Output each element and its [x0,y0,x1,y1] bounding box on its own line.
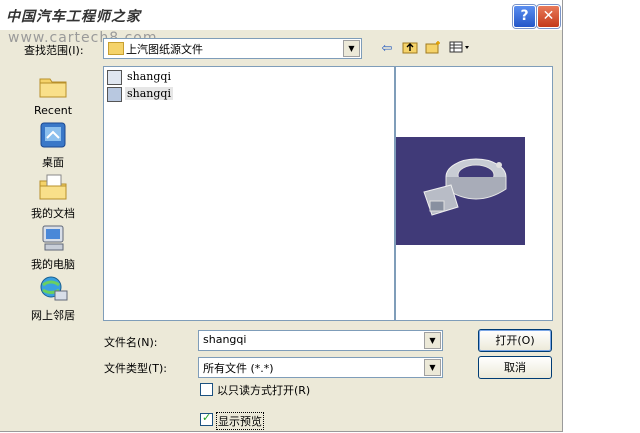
view-menu-icon[interactable] [448,40,472,58]
help-button[interactable]: ? [513,5,536,28]
filename-label: 文件名(N): [104,336,158,349]
window-title: 中国汽车工程师之家 [6,9,141,25]
look-in-combo[interactable]: 上汽图纸源文件 ▼ [103,38,362,59]
filetype-value: 所有文件 (*.*) [203,362,274,375]
place-label-recent: Recent [33,104,73,117]
filetype-label: 文件类型(T): [104,362,168,375]
chevron-down-icon[interactable]: ▼ [343,40,360,57]
file-name: shangqi [127,70,171,83]
back-icon[interactable]: ⇦ [378,40,396,58]
filename-input[interactable]: shangqi ▼ [198,330,443,351]
title-bar: 中国汽车工程师之家 ? ✕ [0,0,562,30]
file-name: shangqi [125,87,173,100]
filename-value: shangqi [203,333,247,346]
part-file-icon [107,87,122,102]
check-icon: ✓ [202,411,212,424]
look-in-label: 查找范围(I): [24,44,84,57]
preview-pane [395,66,553,321]
preview-image [396,137,525,245]
open-file-dialog: 中国汽车工程师之家 ? ✕ www.cartech8.com 查找范围(I): … [0,0,563,432]
place-label-my-documents: 我的文档 [31,207,75,220]
place-label-network: 网上邻居 [31,309,75,322]
my-computer-icon [37,222,69,254]
readonly-label: 以只读方式打开(R) [217,384,311,397]
place-my-computer[interactable]: 我的电脑 [25,222,81,272]
look-in-value: 上汽图纸源文件 [126,43,203,56]
chevron-down-icon[interactable]: ▼ [424,332,441,349]
filetype-select[interactable]: 所有文件 (*.*) ▼ [198,357,443,378]
recent-folder-icon [37,70,69,102]
place-desktop[interactable]: 桌面 [25,120,81,170]
network-places-icon [37,273,69,305]
up-folder-icon[interactable] [401,40,419,58]
chevron-down-icon[interactable]: ▼ [424,359,441,376]
file-list[interactable]: shangqi shangqi [103,66,395,321]
place-recent[interactable]: Recent [25,70,81,117]
cancel-button[interactable]: 取消 [478,356,552,379]
place-network[interactable]: 网上邻居 [25,273,81,323]
preview-label: 显示预览 [216,412,264,430]
preview-checkbox[interactable]: ✓ [200,411,213,426]
place-label-my-computer: 我的电脑 [31,258,75,271]
folder-icon [108,42,124,55]
open-button[interactable]: 打开(O) [478,329,552,352]
place-label-desktop: 桌面 [42,156,64,169]
place-my-documents[interactable]: 我的文档 [25,171,81,221]
document-icon [107,70,122,85]
new-folder-icon[interactable] [424,40,442,58]
my-documents-icon [37,171,69,203]
desktop-icon [37,120,69,152]
close-button[interactable]: ✕ [537,5,560,28]
readonly-checkbox[interactable] [200,383,213,396]
